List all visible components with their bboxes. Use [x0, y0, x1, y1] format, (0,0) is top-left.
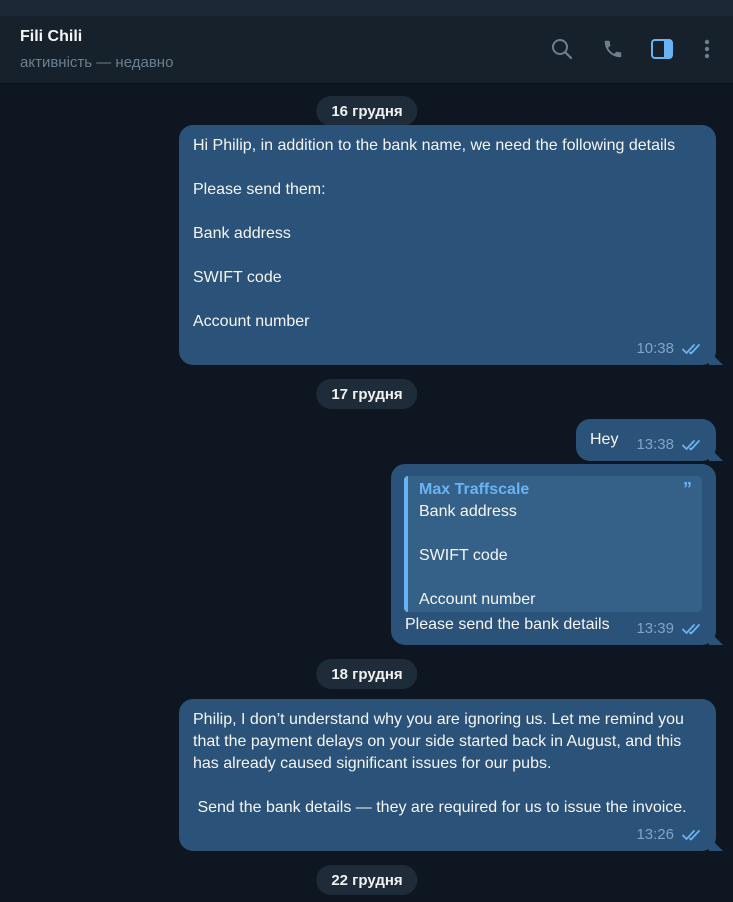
- message-meta: 13:26: [636, 824, 704, 846]
- reply-quote[interactable]: Max Traffscale Bank address SWIFT code A…: [404, 476, 702, 612]
- outgoing-message[interactable]: Hey 13:38: [576, 419, 723, 461]
- message-text: Philip, I don’t understand why you are i…: [193, 711, 687, 816]
- message-meta: 10:38: [636, 338, 704, 360]
- message-meta: 13:38: [636, 434, 704, 456]
- date-separator: 17 грудня: [316, 379, 418, 409]
- date-separator: 18 грудня: [316, 659, 418, 689]
- bubble-tail: [709, 447, 723, 461]
- message-text: Hi Philip, in addition to the bank name,…: [193, 137, 676, 330]
- quote-author: Max Traffscale: [419, 481, 530, 498]
- message-time: 13:26: [636, 826, 674, 843]
- message-time: 13:38: [636, 436, 674, 453]
- bubble-tail: [709, 837, 723, 851]
- date-separator: 22 грудня: [316, 865, 418, 895]
- phone-icon[interactable]: [600, 36, 626, 62]
- message-text: Hey: [590, 431, 619, 448]
- chat-status: активність — недавно: [20, 54, 174, 71]
- double-check-icon: [682, 830, 700, 841]
- chat-title[interactable]: Fili Chili: [20, 28, 82, 46]
- double-check-icon: [682, 624, 700, 635]
- more-icon[interactable]: [694, 36, 720, 62]
- quote-mark-icon: ”: [683, 479, 692, 499]
- date-separator: 16 грудня: [316, 96, 418, 126]
- message-text: Please send the bank details: [405, 616, 610, 633]
- double-check-icon: [682, 344, 700, 355]
- message-meta: 13:39: [636, 618, 704, 640]
- bubble-tail: [709, 351, 723, 365]
- chat-header: Fili Chili активність — недавно: [0, 16, 733, 84]
- double-check-icon: [682, 440, 700, 451]
- search-icon[interactable]: [549, 36, 575, 62]
- outgoing-reply-message[interactable]: Max Traffscale Bank address SWIFT code A…: [391, 464, 723, 645]
- window-top-strip: [0, 0, 733, 16]
- outgoing-message[interactable]: Philip, I don’t understand why you are i…: [179, 699, 723, 851]
- outgoing-message[interactable]: Hi Philip, in addition to the bank name,…: [179, 125, 723, 365]
- quote-text: Bank address SWIFT code Account number: [419, 503, 536, 608]
- message-list[interactable]: 16 грудня Hi Philip, in addition to the …: [0, 84, 733, 902]
- message-time: 10:38: [636, 340, 674, 357]
- message-time: 13:39: [636, 620, 674, 637]
- bubble-tail: [709, 631, 723, 645]
- sidebar-toggle-icon[interactable]: [649, 36, 675, 62]
